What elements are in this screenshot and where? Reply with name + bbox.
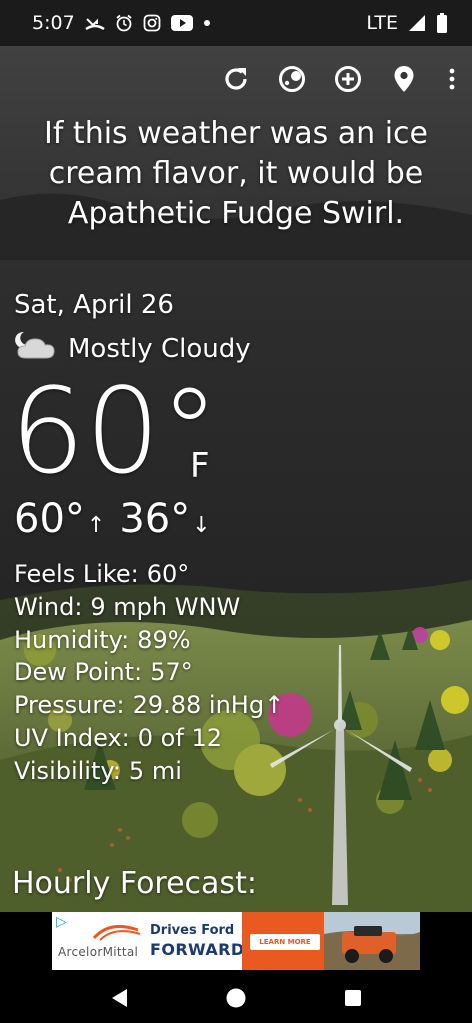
instagram-icon	[143, 14, 161, 32]
alarm-icon	[115, 14, 133, 32]
detail-value: 9 mph WNW	[90, 592, 241, 621]
high-low-temps: 60° ↑ 36° ↓	[14, 496, 225, 542]
theme-icon[interactable]	[274, 61, 310, 97]
dot-icon	[203, 19, 211, 27]
weather-headline: If this weather was an ice cream flavor,…	[43, 116, 428, 231]
condition-text: Mostly Cloudy	[68, 333, 251, 364]
detail-label: UV Index:	[14, 723, 130, 752]
ad-headline-2: FORWARD.	[150, 940, 252, 959]
detail-humidity: Humidity: 89%	[14, 624, 284, 657]
detail-label: Dew Point:	[14, 658, 143, 687]
battery-icon	[436, 13, 448, 33]
detail-value: 5 mi	[128, 756, 182, 785]
detail-label: Humidity:	[14, 625, 130, 654]
detail-pressure: Pressure: 29.88 inHg↑	[14, 689, 284, 722]
high-temp: 60°	[14, 496, 85, 542]
ad-headline-1: Drives Ford	[150, 923, 235, 938]
ad-truck-image	[324, 912, 420, 970]
low-temp: 36°	[119, 496, 191, 542]
weather-app-screen: 5:07 LTE If this weather was an ice crea…	[0, 0, 472, 1023]
recents-icon[interactable]	[333, 978, 373, 1018]
detail-label: Feels Like:	[14, 560, 139, 588]
navigation-bar	[0, 972, 472, 1023]
network-type: LTE	[366, 12, 398, 34]
status-bar: 5:07 LTE	[0, 0, 472, 46]
weather-details: Feels Like: 60° Wind: 9 mph WNW Humidity: 8…	[14, 558, 284, 788]
temperature-unit: F	[190, 446, 210, 486]
low-arrow-icon: ↓	[192, 513, 211, 538]
signal-icon	[408, 14, 426, 32]
toolbar	[218, 56, 462, 102]
detail-value: 57°	[150, 658, 193, 687]
home-icon[interactable]	[216, 978, 256, 1018]
detail-value: 0 of 12	[137, 723, 222, 752]
refresh-icon[interactable]	[218, 61, 254, 97]
add-location-icon[interactable]	[330, 61, 366, 97]
ad-choices-icon[interactable]: ▷	[56, 914, 67, 930]
detail-label: Visibility:	[14, 756, 121, 785]
detail-dew-point: Dew Point: 57°	[14, 656, 284, 689]
youtube-icon	[170, 15, 193, 31]
ad-banner[interactable]: ▷ ArcelorMittal Drives Ford FORWARD. LEA…	[52, 912, 420, 970]
current-temperature: 60°	[10, 362, 220, 500]
detail-uv-index: UV Index: 0 of 12	[14, 722, 284, 755]
location-pin-icon[interactable]	[386, 61, 422, 97]
detail-wind: Wind: 9 mph WNW	[14, 591, 284, 624]
brand-swoosh-icon	[92, 924, 141, 941]
high-arrow-icon: ↑	[86, 513, 106, 538]
detail-value: 60°	[146, 560, 190, 588]
detail-feels-like: Feels Like: 60°	[14, 558, 284, 591]
missed-call-icon	[85, 15, 105, 31]
detail-value: 29.88 inHg↑	[132, 691, 285, 720]
back-icon[interactable]	[99, 978, 139, 1018]
detail-visibility: Visibility: 5 mi	[14, 755, 284, 788]
detail-label: Pressure:	[14, 691, 125, 720]
date-label: Sat, April 26	[14, 290, 174, 320]
detail-label: Wind:	[14, 592, 83, 621]
ad-area: ▷ ArcelorMittal Drives Ford FORWARD. LEA…	[0, 912, 472, 972]
more-options-icon[interactable]	[442, 61, 462, 97]
hourly-forecast-title: Hourly Forecast:	[12, 866, 257, 901]
detail-value: 89%	[137, 625, 191, 654]
status-time: 5:07	[32, 12, 75, 34]
learn-more-button[interactable]: LEARN MORE	[250, 934, 320, 950]
ad-brand-name: ArcelorMittal	[58, 945, 139, 959]
